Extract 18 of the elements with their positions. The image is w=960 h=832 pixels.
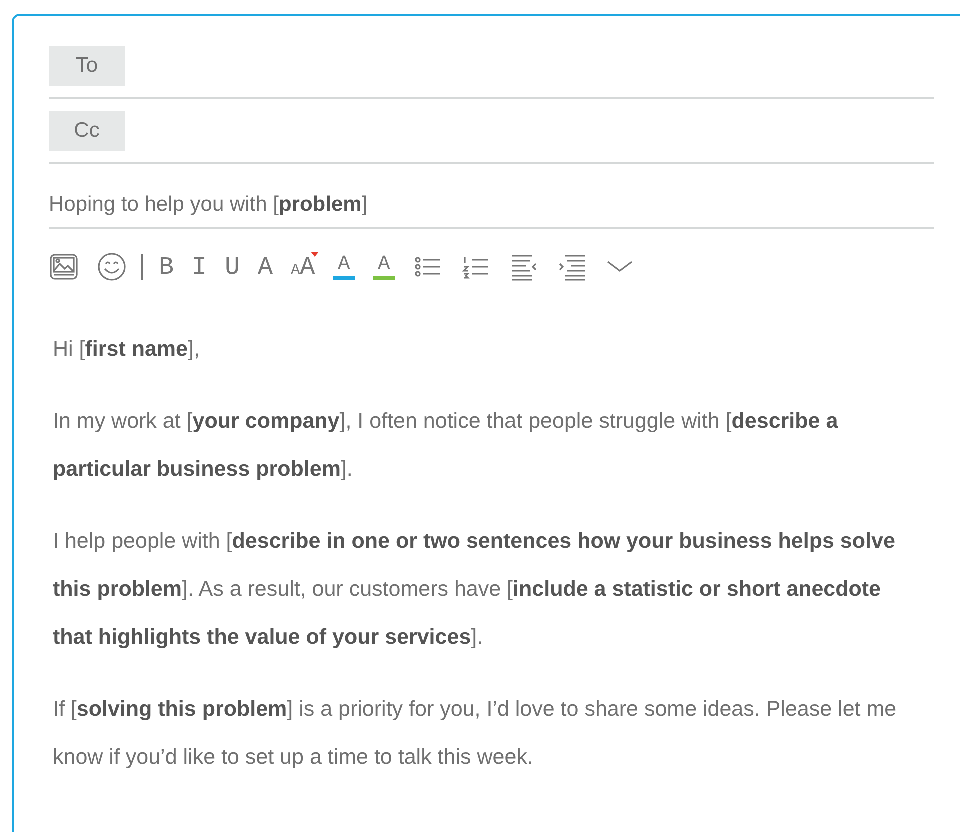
image-icon[interactable] bbox=[49, 252, 79, 282]
emoji-icon[interactable] bbox=[97, 252, 127, 282]
subject-field[interactable]: Hoping to help you with [problem] bbox=[49, 176, 934, 229]
field-label: Cc bbox=[49, 111, 125, 151]
body-paragraph: In my work at [your company], I often notice that people struggle with [describe a particular business problem]. bbox=[53, 408, 840, 483]
body-paragraph: If [solving this problem] is a priority for you, I’d love to share some ideas. Please let me know if you’d like to set up a time to talk this week. bbox=[53, 696, 898, 771]
field-label: To bbox=[49, 46, 125, 86]
indent-icon[interactable] bbox=[557, 252, 588, 282]
highlight-color-button[interactable]: A bbox=[333, 254, 356, 280]
toolbar-separator bbox=[141, 254, 143, 280]
format-button[interactable]: I bbox=[192, 254, 208, 280]
body-paragraph: Hi [first name], bbox=[53, 336, 201, 363]
format-button[interactable]: U bbox=[225, 254, 240, 280]
text-color-button[interactable]: A bbox=[373, 254, 396, 280]
format-button[interactable]: A bbox=[258, 254, 274, 280]
outdent-icon[interactable] bbox=[509, 252, 540, 282]
format-button[interactable]: B bbox=[159, 254, 174, 280]
body-paragraph: I help people with [describe in one or two sentences how your business helps solve this problem]. As a result, our customers have [include a statistic or short anecdote that highlights the value of your services]. bbox=[53, 528, 896, 651]
